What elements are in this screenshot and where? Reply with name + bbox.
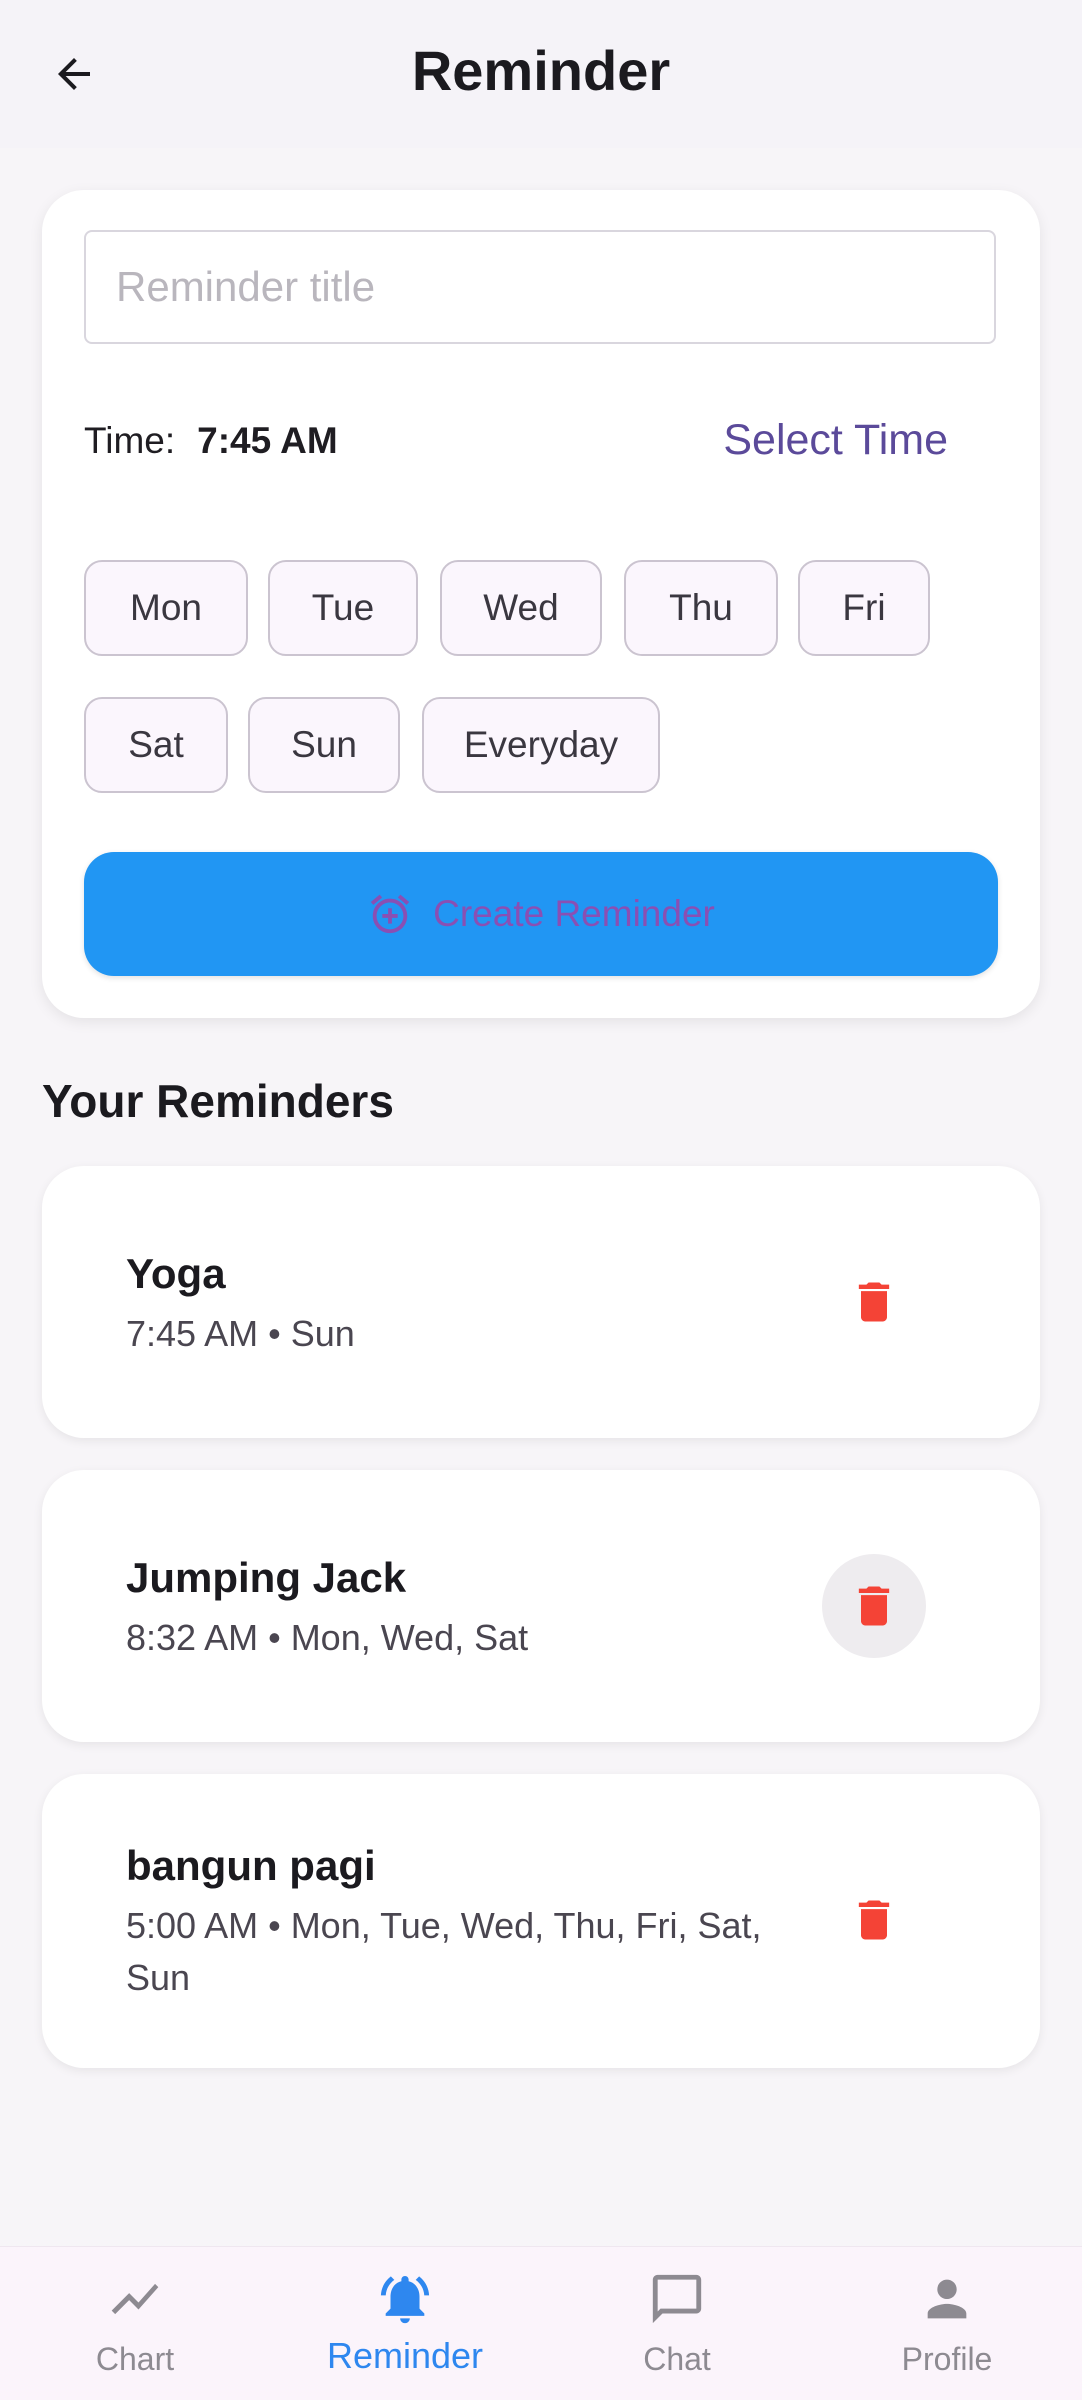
day-chip-sun[interactable]: Sun — [248, 697, 400, 793]
time-label: Time: — [84, 420, 176, 461]
day-chip-thu[interactable]: Thu — [624, 560, 778, 656]
reminder-title: Jumping Jack — [126, 1554, 407, 1601]
day-chip-wed[interactable]: Wed — [440, 560, 602, 656]
time-value: 7:45 AM — [197, 420, 338, 461]
reminder-title-input[interactable] — [84, 230, 996, 344]
person-icon — [915, 2267, 979, 2331]
reminder-card[interactable]: bangun pagi 5:00 AM • Mon, Tue, Wed, Thu… — [42, 1774, 1040, 2068]
reminder-title: bangun pagi — [126, 1842, 376, 1889]
reminder-title: Yoga — [126, 1250, 226, 1297]
delete-reminder-button[interactable] — [822, 1554, 926, 1658]
day-chip-everyday[interactable]: Everyday — [422, 697, 660, 793]
delete-reminder-button[interactable] — [822, 1868, 926, 1972]
day-chip-fri[interactable]: Fri — [798, 560, 930, 656]
bottom-navigation: Chart Reminder Chat Profile — [0, 2246, 1082, 2400]
nav-item-chart[interactable]: Chart — [35, 2247, 235, 2400]
create-reminder-label: Create Reminder — [433, 893, 715, 934]
chart-line-icon — [103, 2267, 167, 2331]
nav-item-chat[interactable]: Chat — [577, 2247, 777, 2400]
nav-label-profile: Profile — [901, 2341, 993, 2377]
page-title: Reminder — [411, 39, 671, 102]
delete-reminder-button[interactable] — [822, 1250, 926, 1354]
day-chip-mon[interactable]: Mon — [84, 560, 248, 656]
create-reminder-button[interactable]: Create Reminder — [84, 852, 998, 976]
reminder-subtitle: 7:45 AM • Sun — [126, 1313, 355, 1354]
alarm-add-icon — [370, 894, 410, 934]
reminder-card[interactable]: Jumping Jack 8:32 AM • Mon, Wed, Sat — [42, 1470, 1040, 1742]
nav-label-chart: Chart — [95, 2341, 175, 2377]
reminder-subtitle: 5:00 AM • Mon, Tue, Wed, Thu, Fri, Sat, … — [126, 1905, 762, 1998]
time-row: Time: 7:45 AM — [84, 420, 338, 462]
create-reminder-card: Time: 7:45 AM Select Time Mon Tue Wed Th… — [42, 190, 1040, 1018]
reminder-card[interactable]: Yoga 7:45 AM • Sun — [42, 1166, 1040, 1438]
section-title-your-reminders: Your Reminders — [42, 1075, 394, 1127]
app-bar: Reminder — [0, 0, 1082, 148]
reminder-subtitle: 8:32 AM • Mon, Wed, Sat — [126, 1617, 529, 1658]
nav-item-reminder[interactable]: Reminder — [305, 2247, 505, 2400]
nav-label-chat: Chat — [643, 2341, 711, 2377]
bell-icon — [373, 2267, 437, 2331]
nav-label-reminder: Reminder — [326, 2335, 484, 2376]
trash-icon — [858, 1586, 890, 1626]
day-chip-tue[interactable]: Tue — [268, 560, 418, 656]
select-time-button[interactable]: Select Time — [723, 416, 948, 465]
nav-item-profile[interactable]: Profile — [847, 2247, 1047, 2400]
day-chip-sat[interactable]: Sat — [84, 697, 228, 793]
trash-icon — [858, 1900, 890, 1940]
chat-bubble-icon — [645, 2267, 709, 2331]
trash-icon — [858, 1282, 890, 1322]
